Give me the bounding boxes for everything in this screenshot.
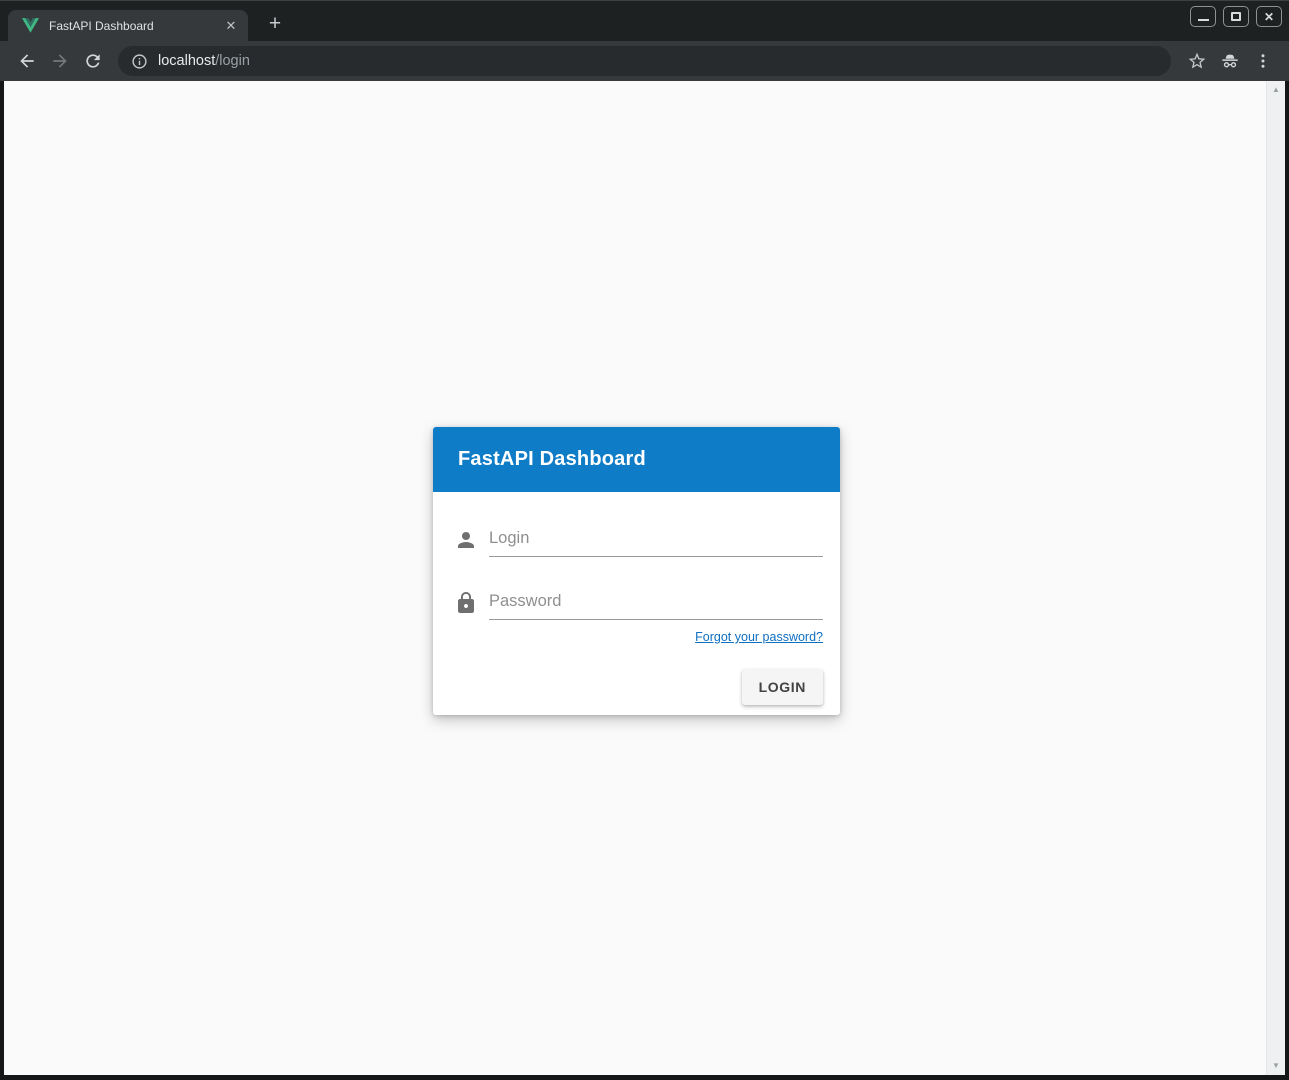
back-arrow-icon (17, 51, 37, 71)
forgot-password-link[interactable]: Forgot your password? (695, 630, 823, 644)
maximize-button[interactable] (1223, 6, 1249, 27)
lock-icon (454, 591, 478, 615)
tab-close-icon[interactable]: ✕ (222, 17, 240, 35)
menu-button[interactable] (1246, 45, 1279, 78)
reload-button[interactable] (76, 45, 109, 78)
page-content: FastAPI Dashboard (4, 81, 1285, 1075)
scroll-down-icon[interactable]: ▼ (1267, 1062, 1285, 1070)
back-button[interactable] (10, 45, 43, 78)
login-card-body: Forgot your password? LOGIN (433, 527, 840, 715)
close-button[interactable]: ✕ (1256, 6, 1282, 27)
person-icon (454, 528, 478, 552)
login-button[interactable]: LOGIN (742, 669, 823, 705)
forward-arrow-icon (50, 51, 70, 71)
kebab-menu-icon (1254, 52, 1272, 70)
window-controls: ✕ (1190, 6, 1282, 27)
password-input[interactable] (489, 590, 823, 619)
login-card-header: FastAPI Dashboard (433, 427, 840, 492)
scroll-up-icon[interactable]: ▲ (1267, 86, 1285, 94)
reload-icon (83, 51, 103, 71)
titlebar: FastAPI Dashboard ✕ + ✕ (0, 0, 1289, 41)
forward-button[interactable] (43, 45, 76, 78)
vue-favicon-icon (22, 18, 39, 33)
browser-toolbar: localhost/login (0, 41, 1289, 81)
browser-tab[interactable]: FastAPI Dashboard ✕ (8, 10, 248, 41)
incognito-icon (1219, 50, 1241, 72)
minimize-button[interactable] (1190, 6, 1216, 27)
bookmark-button[interactable] (1180, 45, 1213, 78)
login-field-row (454, 527, 823, 557)
page-info-icon[interactable] (131, 53, 148, 70)
url-host: localhost (158, 53, 215, 69)
login-input[interactable] (489, 527, 823, 556)
password-field-row (454, 590, 823, 620)
login-input-underline (489, 527, 823, 557)
url-path: /login (215, 53, 250, 69)
bookmark-star-icon (1187, 51, 1207, 71)
password-input-underline (489, 590, 823, 620)
maximize-icon (1231, 12, 1241, 21)
browser-window: FastAPI Dashboard ✕ + ✕ localhost/login (0, 0, 1289, 1080)
address-bar[interactable]: localhost/login (118, 46, 1171, 76)
new-tab-button[interactable]: + (260, 10, 290, 38)
login-card: FastAPI Dashboard (433, 427, 840, 715)
page-scrollbar[interactable]: ▲ ▼ (1266, 81, 1285, 1075)
tab-title: FastAPI Dashboard (49, 19, 222, 33)
card-actions: LOGIN (454, 669, 823, 705)
close-icon: ✕ (1264, 11, 1274, 23)
forgot-password-row: Forgot your password? (454, 629, 823, 645)
minimize-icon (1198, 19, 1209, 21)
incognito-indicator (1213, 45, 1246, 78)
page-title: FastAPI Dashboard (458, 448, 646, 471)
